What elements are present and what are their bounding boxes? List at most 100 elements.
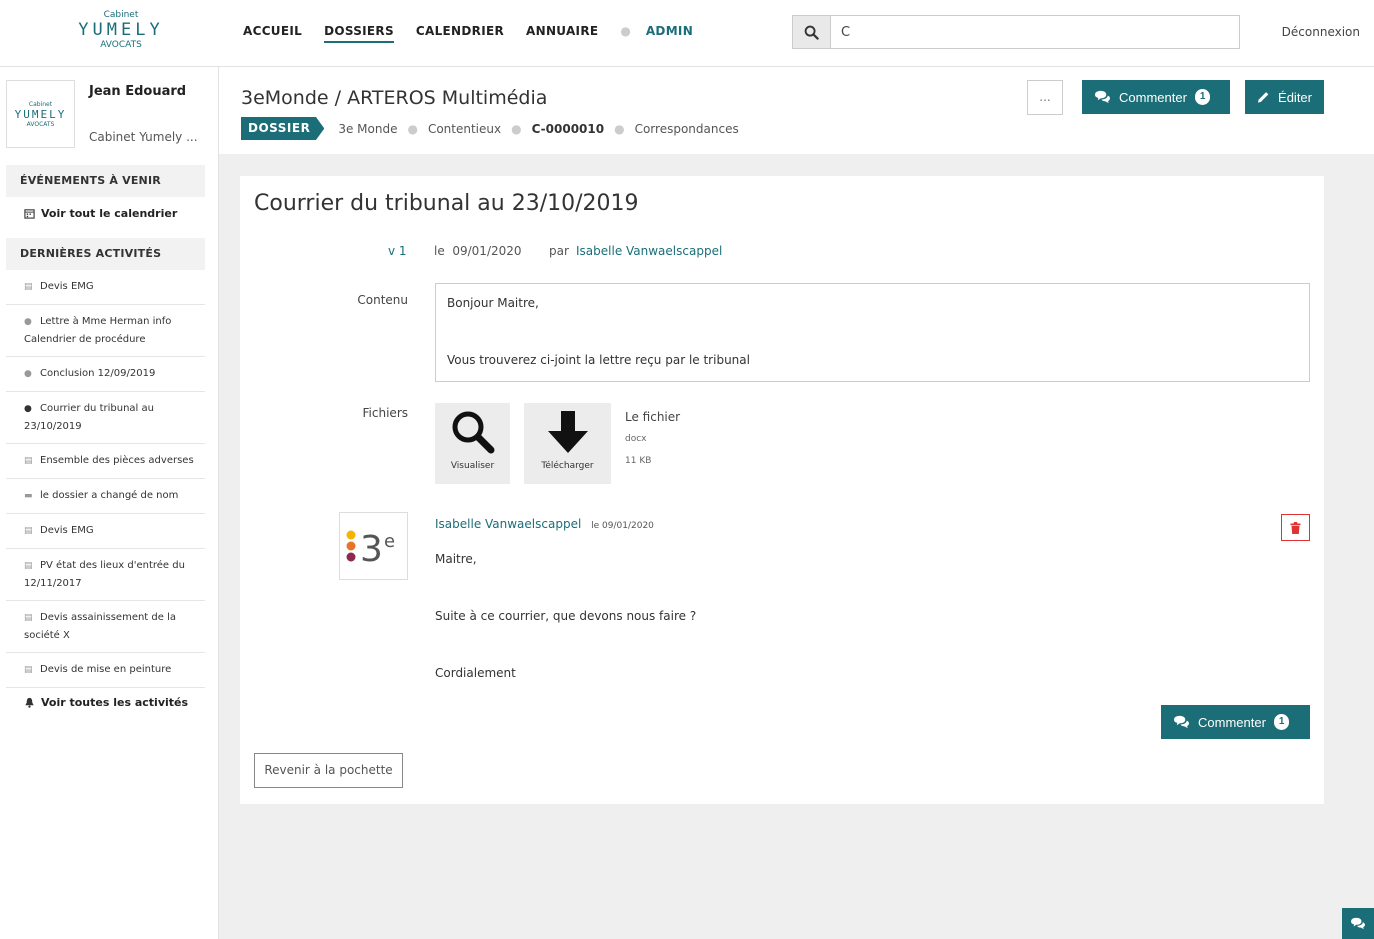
file-size: 11 KB (625, 456, 652, 466)
list-item[interactable]: ▬ le dossier a changé de nom (6, 479, 205, 514)
search-button[interactable] (793, 16, 831, 48)
activity-label: Devis EMG (40, 525, 94, 536)
comment-line: Cordialement (435, 666, 516, 680)
search-icon (804, 25, 819, 40)
calendar-icon (24, 209, 35, 219)
crumb-client[interactable]: 3e Monde (338, 122, 397, 136)
content-line: Bonjour Maitre, (447, 296, 539, 310)
activity-label: Ensemble des pièces adverses (40, 455, 194, 466)
bell-icon (25, 697, 34, 708)
search-bar (792, 15, 1240, 49)
activity-label: Devis EMG (40, 281, 94, 292)
list-item[interactable]: ▤ PV état des lieux d'entrée du 12/11/201… (6, 549, 205, 601)
activity-label: Lettre à Mme Herman info Calendrier de p… (24, 316, 172, 345)
comment-author[interactable]: Isabelle Vanwaelscappel (435, 517, 581, 531)
download-file-label: Télécharger (541, 461, 594, 471)
date-prefix: le (434, 244, 445, 258)
list-item[interactable]: ● Conclusion 12/09/2019 (6, 357, 205, 392)
more-button[interactable]: ... (1027, 80, 1063, 115)
calendar-link[interactable]: Voir tout le calendrier (24, 197, 218, 230)
3e-logo-icon: 3 e (346, 529, 395, 570)
events-header: ÉVÉNEMENTS À VENIR (6, 165, 205, 197)
top-header: Cabinet YUMELY AVOCATS ACCUEIL DOSSIERS … (0, 0, 1374, 67)
comment-line: Maitre, (435, 552, 477, 566)
avatar-brand-top: Cabinet (28, 100, 53, 108)
list-item[interactable]: ▤ Ensemble des pièces adverses (6, 444, 205, 479)
nav-home[interactable]: ACCUEIL (243, 24, 302, 43)
view-file-label: Visualiser (450, 461, 495, 471)
document-card: Courrier du tribunal au 23/10/2019 v 1 l… (240, 176, 1324, 804)
crumb-separator: ● (407, 121, 418, 136)
nav-separator: ● (620, 24, 631, 38)
all-activities-label: Voir toutes les activités (41, 696, 189, 709)
activity-label: le dossier a changé de nom (40, 490, 179, 501)
avatar[interactable]: Cabinet YUMELY AVOCATS (6, 80, 75, 148)
comment-avatar: 3 e (339, 512, 408, 580)
page-header: 3eMonde / ARTEROS Multimédia DOSSIER 3e … (219, 67, 1374, 154)
file-name: Le fichier (625, 410, 681, 424)
activities-header: DERNIÈRES ACTIVITÉS (6, 238, 205, 270)
list-item[interactable]: ▤ Devis EMG (6, 270, 205, 305)
comment-reply-label: Commenter (1198, 714, 1266, 730)
svg-text:e: e (384, 531, 395, 552)
list-item[interactable]: ● Lettre à Mme Herman info Calendrier de … (6, 305, 205, 357)
activity-label: Devis de mise en peinture (40, 664, 172, 675)
brand-sub: AVOCATS (100, 40, 142, 50)
content-label: Contenu (357, 293, 408, 307)
download-file-button[interactable]: Télécharger (524, 403, 611, 484)
breadcrumb: DOSSIER 3e Monde ● Contentieux ● C-00000… (241, 117, 739, 140)
list-item[interactable]: ▤ Devis de mise en peinture (6, 653, 205, 688)
crumb-case-number[interactable]: C-0000010 (532, 122, 605, 136)
nav-admin[interactable]: ADMIN (646, 24, 693, 43)
comment-button[interactable]: Commenter 1 (1082, 80, 1230, 114)
comment-header: Isabelle Vanwaelscappel le 09/01/2020 (435, 517, 654, 531)
content-box: Bonjour Maitre, Vous trouverez ci-joint … (435, 283, 1310, 382)
back-button[interactable]: Revenir à la pochette (254, 753, 403, 788)
comment-icon: ● (24, 404, 32, 414)
crumb-category[interactable]: Contentieux (428, 122, 501, 136)
edit-button-label: Éditer (1278, 89, 1312, 105)
dossier-badge: DOSSIER (241, 117, 325, 140)
nav-folders[interactable]: DOSSIERS (324, 24, 394, 43)
document-icon: ▤ (24, 456, 33, 466)
comments-icon (1095, 90, 1110, 104)
profile-name[interactable]: Jean Edouard (89, 81, 189, 103)
file-info: Le fichier docx 11 KB (625, 406, 680, 472)
comment-reply-button[interactable]: Commenter 1 (1161, 705, 1310, 739)
view-file-button[interactable]: Visualiser (435, 403, 510, 484)
pencil-icon (1257, 92, 1269, 103)
calendar-link-label: Voir tout le calendrier (41, 207, 178, 220)
search-input[interactable] (831, 16, 1239, 48)
page-title: 3eMonde / ARTEROS Multimédia (241, 87, 548, 109)
activity-label: Devis assainissement de la société X (24, 612, 176, 641)
crumb-folder[interactable]: Correspondances (635, 122, 739, 136)
nav-calendar[interactable]: CALENDRIER (416, 24, 504, 43)
list-item[interactable]: ▤ Devis assainissement de la société X (6, 601, 205, 653)
avatar-brand-name: YUMELY (14, 107, 67, 121)
comment-body: Maitre, Suite à ce courrier, que devons … (435, 550, 696, 721)
brand-logo[interactable]: Cabinet YUMELY AVOCATS (76, 10, 166, 50)
comment-line: Suite à ce courrier, que devons nous fai… (435, 609, 697, 623)
activity-label: Courrier du tribunal au 23/10/2019 (24, 403, 154, 432)
delete-comment-button[interactable] (1281, 514, 1310, 541)
all-activities-link[interactable]: Voir toutes les activités (24, 688, 218, 719)
list-item[interactable]: ▤ Devis EMG (6, 514, 205, 549)
nav-directory[interactable]: ANNUAIRE (526, 24, 598, 43)
svg-text:3: 3 (360, 529, 383, 570)
comment-icon: ● (24, 317, 32, 327)
version-date: le 09/01/2020 (434, 244, 522, 258)
files-label: Fichiers (362, 406, 408, 420)
document-icon: ▤ (24, 613, 33, 623)
edit-button[interactable]: Éditer (1245, 80, 1324, 114)
main-nav: ACCUEIL DOSSIERS CALENDRIER ANNUAIRE ● A… (243, 24, 715, 43)
comment-date: le 09/01/2020 (591, 521, 654, 531)
author-link[interactable]: Isabelle Vanwaelscappel (576, 244, 722, 258)
chat-button[interactable] (1342, 908, 1374, 939)
magnifier-icon (452, 411, 494, 454)
list-item[interactable]: ● Courrier du tribunal au 23/10/2019 (6, 392, 205, 444)
logout-link[interactable]: Déconnexion (1282, 25, 1360, 39)
comment-button-label: Commenter (1119, 89, 1187, 105)
folder-icon: ▬ (24, 491, 33, 501)
document-icon: ▤ (24, 526, 33, 536)
version-number[interactable]: v 1 (388, 244, 407, 258)
